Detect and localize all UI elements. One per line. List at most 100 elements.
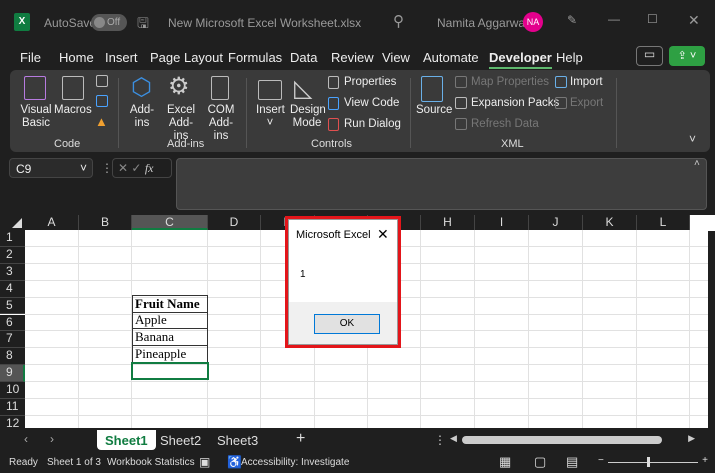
map-properties-button[interactable]: Map Properties [471, 76, 549, 89]
gridline [25, 398, 715, 399]
tab-automate[interactable]: Automate [423, 50, 479, 65]
tab-developer[interactable]: Developer [489, 50, 552, 69]
status-sheet-count: Sheet 1 of 3 [47, 457, 101, 468]
calculator-icon[interactable]: ▣ [199, 455, 210, 469]
import-button[interactable]: Import [570, 76, 603, 89]
row-header-11[interactable]: 11 [0, 399, 25, 416]
macro-security-icon[interactable]: ▲ [95, 114, 108, 129]
select-all-button[interactable] [0, 215, 25, 230]
tab-sheet3[interactable]: Sheet3 [209, 430, 266, 450]
tab-formulas[interactable]: Formulas [228, 50, 282, 65]
insert-function-button[interactable]: fx [145, 161, 154, 175]
tab-insert[interactable]: Insert [105, 50, 138, 65]
cell-c5[interactable]: Fruit Name [132, 295, 208, 313]
comments-button[interactable]: ▭ [636, 46, 663, 66]
collapse-ribbon-icon[interactable]: ˅ [689, 132, 696, 146]
row-header-3[interactable]: 3 [0, 263, 25, 281]
row-header-5[interactable]: 5 [0, 297, 25, 315]
run-dialog-button[interactable]: Run Dialog [344, 118, 401, 131]
record-macro-icon[interactable] [96, 75, 108, 87]
column-header-c[interactable]: C [132, 215, 208, 230]
tab-page-layout[interactable]: Page Layout [150, 50, 223, 65]
formula-input[interactable] [176, 158, 707, 210]
horizontal-scrollbar[interactable]: ◀ ▶ [450, 433, 695, 445]
cell-c6[interactable]: Apple [132, 312, 208, 329]
relative-references-icon[interactable] [96, 95, 108, 107]
collapse-formula-icon[interactable]: ˄ [694, 158, 700, 169]
com-addins-button[interactable]: COM Add-ins [202, 104, 240, 143]
tab-file[interactable]: File [20, 50, 41, 65]
tab-help[interactable]: Help [556, 50, 583, 65]
tab-home[interactable]: Home [59, 50, 94, 65]
row-header-10[interactable]: 10 [0, 382, 25, 399]
selected-cell-c9[interactable] [131, 362, 209, 380]
column-header-i[interactable]: I [475, 215, 529, 230]
ok-button[interactable]: OK [314, 314, 380, 334]
refresh-data-button[interactable]: Refresh Data [471, 118, 539, 131]
properties-button[interactable]: Properties [344, 76, 396, 89]
pen-icon[interactable]: ✎ [567, 13, 577, 27]
row-header-6[interactable]: 6 [0, 314, 25, 332]
workbook-statistics-button[interactable]: Workbook Statistics [107, 457, 195, 468]
add-sheet-icon[interactable]: + [296, 430, 305, 448]
page-layout-view-icon[interactable]: ▢ [534, 454, 546, 470]
tab-sheet2[interactable]: Sheet2 [152, 430, 209, 450]
cancel-icon[interactable]: ✕ [118, 161, 128, 175]
next-sheet-icon[interactable]: › [50, 432, 54, 446]
column-header-k[interactable]: K [583, 215, 637, 230]
autosave-toggle[interactable]: Off [91, 14, 127, 31]
save-icon[interactable]: 🖫 [137, 13, 149, 37]
tab-review[interactable]: Review [331, 50, 374, 65]
dialog-close-icon[interactable]: ✕ [377, 226, 389, 243]
column-header-l[interactable]: L [637, 215, 690, 230]
vertical-scrollbar[interactable] [708, 231, 715, 428]
design-mode-button[interactable]: Design Mode [290, 104, 326, 130]
addins-button[interactable]: Add-ins [128, 104, 156, 130]
column-header-d[interactable]: D [208, 215, 261, 230]
macros-button[interactable]: Macros [54, 104, 92, 117]
source-button[interactable]: Source [416, 104, 452, 117]
row-header-1[interactable]: 1 [0, 230, 25, 247]
map-properties-icon [455, 76, 467, 88]
column-header-h[interactable]: H [421, 215, 475, 230]
cell-c8[interactable]: Pineapple [132, 346, 208, 363]
zoom-slider[interactable]: − + [598, 455, 708, 469]
row-header-8[interactable]: 8 [0, 348, 25, 366]
column-header-a[interactable]: A [25, 215, 79, 230]
enter-icon[interactable]: ✓ [131, 161, 141, 175]
row-header-2[interactable]: 2 [0, 246, 25, 264]
prev-sheet-icon[interactable]: ‹ [24, 432, 28, 446]
column-header-j[interactable]: J [529, 215, 583, 230]
row-header-7[interactable]: 7 [0, 331, 25, 349]
avatar[interactable]: NA [523, 12, 543, 32]
minimize-icon[interactable]: — [608, 12, 620, 26]
tab-data[interactable]: Data [290, 50, 317, 65]
message-box-dialog: Microsoft Excel ✕ 1 OK [285, 216, 401, 348]
view-code-button[interactable]: View Code [344, 97, 399, 110]
search-icon[interactable]: ⚲ [393, 12, 404, 30]
column-header-b[interactable]: B [79, 215, 132, 230]
name-box[interactable]: C9 ˅ [9, 158, 93, 178]
row-header-12[interactable]: 12 [0, 415, 25, 428]
formula-bar: C9 ˅ ⋮ ✕ ✓ fx ˄ [0, 152, 715, 214]
accessibility-button[interactable]: Accessibility: Investigate [241, 457, 349, 468]
page-break-view-icon[interactable]: ▤ [566, 454, 578, 470]
name-box-value: C9 [16, 162, 32, 176]
more-options-icon[interactable]: ⋮ [434, 433, 446, 447]
maximize-icon[interactable]: ☐ [647, 12, 658, 26]
export-button[interactable]: Export [570, 97, 603, 110]
normal-view-icon[interactable]: ▦ [499, 454, 511, 470]
tab-sheet1[interactable]: Sheet1 [97, 430, 156, 450]
tab-view[interactable]: View [382, 50, 410, 65]
cell-c7[interactable]: Banana [132, 329, 208, 346]
insert-controls-button[interactable]: Insert ˅ [256, 104, 285, 130]
row-header-4[interactable]: 4 [0, 280, 25, 298]
share-button[interactable]: ⇪ ˅ [669, 46, 705, 66]
accessibility-icon[interactable]: ♿ [227, 455, 242, 469]
close-icon[interactable]: ✕ [688, 12, 700, 29]
file-name[interactable]: New Microsoft Excel Worksheet.xlsx [168, 16, 361, 30]
row-header-9[interactable]: 9 [0, 365, 25, 383]
visual-basic-button[interactable]: Visual Basic [16, 104, 56, 130]
expansion-packs-button[interactable]: Expansion Packs [471, 97, 559, 110]
chevron-down-icon[interactable]: ˅ [80, 161, 87, 175]
